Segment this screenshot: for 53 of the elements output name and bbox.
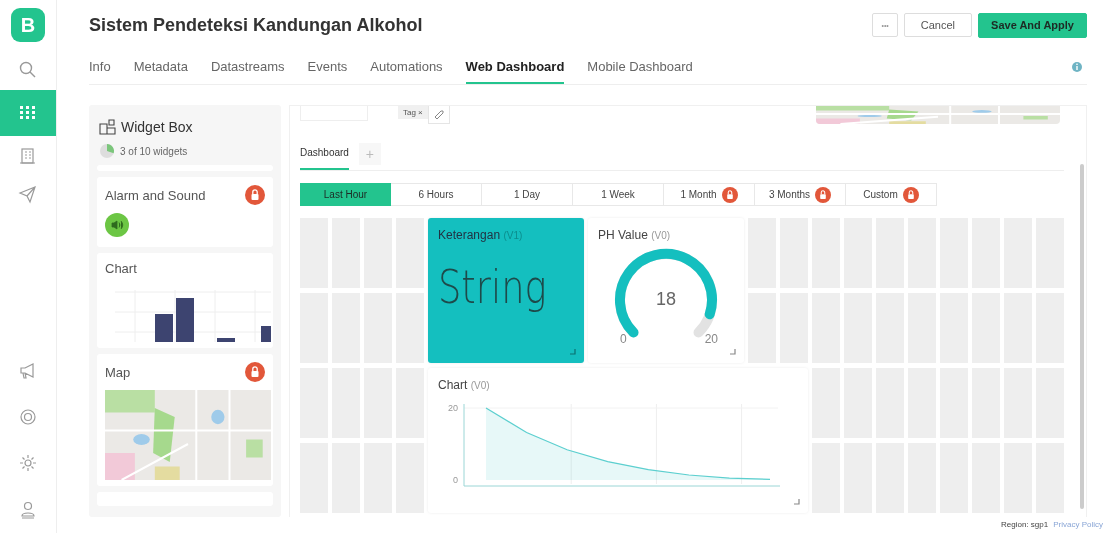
tag-button[interactable] [427,106,450,124]
region-label: Region: sgp1 [1001,519,1049,529]
tag-icon [432,108,445,121]
widget-box-icon [99,119,117,135]
nav-button[interactable] [0,90,56,136]
tab[interactable]: Datastreams [210,50,285,84]
paper-plane-icon [18,184,38,204]
cancel-button[interactable]: Cancel [903,13,973,37]
tab[interactable]: Mobile Dashboard [587,50,693,84]
save-button[interactable]: Save And Apply [978,12,1087,38]
usage-pie-icon [99,143,115,159]
tab[interactable]: Info [89,50,111,84]
widget-title: PH Value (V0) [598,228,672,242]
widget-value: String [438,260,547,314]
widget-name: Chart [105,261,137,276]
widget-count: 3 of 10 widgets [120,145,188,157]
time-range-button[interactable]: 1 Month [664,183,755,206]
tab[interactable]: Automations [370,50,443,84]
page-title: Sistem Pendeteksi Kandungan Alkohol [89,14,423,36]
widget-box-title: Widget Box [121,119,193,135]
time-range-button[interactable]: Last Hour [300,183,391,206]
widget-card[interactable]: Alarm and Sound [97,177,273,247]
time-range-button[interactable]: Custom [846,183,937,206]
y-tick-label: 0 [453,475,458,485]
dashboard-tab[interactable]: Dashboard [300,138,349,170]
info-icon [1071,61,1083,73]
widget-name: Alarm and Sound [105,187,206,203]
time-range-button[interactable]: 1 Week [573,183,664,206]
time-range-button[interactable]: 6 Hours [391,183,482,206]
gauge-min-label: 0 [620,332,627,346]
gauge-value: 18 [655,289,677,310]
settings-icon [18,453,38,473]
resize-handle-icon [570,349,576,355]
widget-card[interactable]: Map [97,354,273,486]
building-icon [18,146,38,166]
widget-card[interactable]: Chart [97,253,273,348]
scrollbar[interactable] [1080,164,1084,509]
resize-handle-icon [730,349,736,355]
time-range-button[interactable]: 1 Day [482,183,573,206]
gauge-max-label: 20 [704,332,718,346]
user-icon [18,499,38,519]
search-icon [18,60,38,80]
tab[interactable]: Events [307,50,348,84]
resize-handle-icon [794,499,800,505]
speaker-icon [105,213,129,237]
widget-name: Map [105,364,131,380]
time-range-button[interactable]: 3 Months [755,183,846,206]
tag-chip[interactable]: Tag × [398,106,428,119]
tab[interactable]: Web Dashboard [465,50,565,84]
lifebuoy-icon [18,407,38,427]
widget-title: Chart (V0) [438,378,491,392]
tab[interactable]: Metadata [133,50,188,84]
y-tick-label: 20 [448,403,458,413]
